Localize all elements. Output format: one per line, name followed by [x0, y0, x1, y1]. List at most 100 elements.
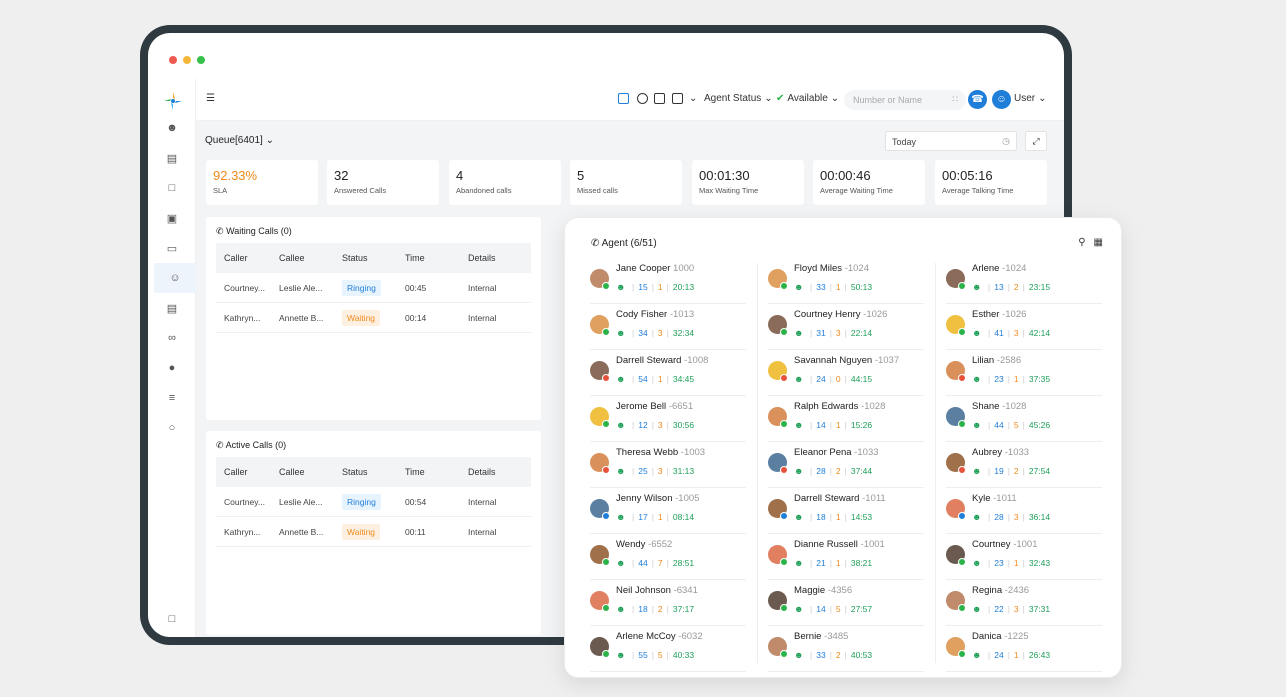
agent-item[interactable]: Arlene McCoy -6032 ☻ | 55 | 5 | 40:33: [590, 626, 746, 672]
user-avatar-icon[interactable]: ☺: [992, 90, 1011, 109]
agent-item[interactable]: Bernie -3485 ☻ | 33 | 2 | 40:53: [768, 626, 924, 672]
col-caller: Caller: [224, 467, 248, 477]
records-icon[interactable]: ▤: [162, 148, 182, 168]
help-icon[interactable]: [637, 93, 648, 104]
agent-item[interactable]: Esther -1026 ☻ | 41 | 3 | 42:14: [946, 304, 1102, 350]
agent-item[interactable]: Jenny Wilson -1005 ☻ | 17 | 1 | 08:14: [590, 488, 746, 534]
divider: |: [651, 282, 654, 292]
agent-panel: ✆ Agent (6/51) ⚲ ▦ Jane Cooper 1000 ☻ | 15 |…: [564, 217, 1122, 678]
status-dot-icon: [958, 282, 966, 290]
agent-item[interactable]: Arlene -1024 ☻ | 13 | 2 | 23:15: [946, 258, 1102, 304]
agent-name: Arlene -1024: [972, 263, 1026, 274]
people-icon: ☻: [794, 558, 804, 568]
table-row[interactable]: Kathryn... Annette B... Waiting 00:11 In…: [216, 517, 531, 547]
fullscreen-icon[interactable]: ⤢: [1025, 131, 1047, 151]
agent-item[interactable]: Cody Fisher -1013 ☻ | 34 | 3 | 32:34: [590, 304, 746, 350]
divider: |: [1022, 282, 1025, 292]
agents-icon[interactable]: ☺: [154, 263, 196, 293]
talk-time: 40:53: [850, 650, 873, 660]
monitor-icon[interactable]: ▣: [162, 208, 182, 228]
availability-dropdown[interactable]: ✔ Available ⌄: [776, 93, 839, 104]
divider: |: [810, 558, 813, 568]
agent-item[interactable]: Regina -2436 ☻ | 22 | 3 | 37:31: [946, 580, 1102, 626]
agent-extension: -6341: [673, 585, 698, 596]
divider: |: [666, 558, 669, 568]
agent-item[interactable]: Ralph Edwards -1028 ☻ | 14 | 1 | 15:26: [768, 396, 924, 442]
stat-label: Average Waiting Time: [820, 186, 893, 195]
people-icon: ☻: [616, 374, 626, 384]
talk-time: 08:14: [672, 512, 695, 522]
support-icon[interactable]: ○: [162, 418, 182, 438]
agent-item[interactable]: Courtney -1001 ☻ | 23 | 1 | 32:43: [946, 534, 1102, 580]
agent-name-text: Eleanor Pena: [794, 447, 852, 458]
divider: |: [829, 466, 832, 476]
agent-extension: -4356: [827, 585, 853, 596]
minimize-dot[interactable]: [183, 56, 191, 64]
messages-icon[interactable]: □: [162, 178, 182, 198]
tb-chevron-icon[interactable]: ⌄: [689, 93, 697, 104]
agent-item[interactable]: Maggie -4356 ☻ | 14 | 5 | 27:57: [768, 580, 924, 626]
maximize-dot[interactable]: [197, 56, 205, 64]
close-dot[interactable]: [169, 56, 177, 64]
menu-collapse-icon[interactable]: ☰: [206, 93, 215, 104]
agent-item[interactable]: Wendy -6552 ☻ | 44 | 7 | 28:51: [590, 534, 746, 580]
status-dot-icon: [958, 604, 966, 612]
agent-item[interactable]: Floyd Miles -1024 ☻ | 33 | 1 | 50:13: [768, 258, 924, 304]
divider: |: [988, 558, 991, 568]
date-filter[interactable]: Today ◷: [885, 131, 1017, 151]
view-toggle-icon[interactable]: ▦: [1094, 237, 1103, 248]
agent-item[interactable]: Lilian -2586 ☻ | 23 | 1 | 37:35: [946, 350, 1102, 396]
agent-item[interactable]: Dianne Russell -1001 ☻ | 21 | 1 | 38:21: [768, 534, 924, 580]
agent-item[interactable]: Shane -1028 ☻ | 44 | 5 | 45:26: [946, 396, 1102, 442]
settings-list-icon[interactable]: ≡: [162, 388, 182, 408]
agent-item[interactable]: Theresa Webb -1003 ☻ | 25 | 3 | 31:13: [590, 442, 746, 488]
display-icon[interactable]: ▭: [162, 238, 182, 258]
contacts-icon[interactable]: ☻: [162, 118, 182, 138]
agent-item[interactable]: Danica -1225 ☻ | 24 | 1 | 26:43: [946, 626, 1102, 672]
chat-icon[interactable]: □: [162, 609, 182, 629]
desktop-icon[interactable]: [672, 93, 683, 104]
answered-count: 14: [816, 604, 826, 614]
agent-item[interactable]: Jerome Bell -6651 ☻ | 12 | 3 | 30:56: [590, 396, 746, 442]
agent-name: Savannah Nguyen -1037: [794, 355, 899, 366]
search-icon[interactable]: ⚲: [1078, 237, 1085, 248]
agent-item[interactable]: Kyle -1011 ☻ | 28 | 3 | 36:14: [946, 488, 1102, 534]
table-row[interactable]: Kathryn... Annette B... Waiting 00:14 In…: [216, 303, 531, 333]
microphone-icon[interactable]: ●: [162, 358, 182, 378]
people-icon: ☻: [794, 328, 804, 338]
agent-item[interactable]: Darrell Steward -1008 ☻ | 54 | 1 | 34:45: [590, 350, 746, 396]
agent-item[interactable]: Neil Johnson -6341 ☻ | 18 | 2 | 37:17: [590, 580, 746, 626]
agent-item[interactable]: Savannah Nguyen -1037 ☻ | 24 | 0 | 44:15: [768, 350, 924, 396]
agent-item[interactable]: Eleanor Pena -1033 ☻ | 28 | 2 | 37:44: [768, 442, 924, 488]
stat-value: 00:01:30: [699, 168, 750, 183]
agent-item[interactable]: Courtney Henry -1026 ☻ | 31 | 3 | 22:14: [768, 304, 924, 350]
reports-icon[interactable]: ▤: [162, 298, 182, 318]
user-dropdown[interactable]: User ⌄: [1014, 93, 1047, 104]
cell-caller: Courtney...: [224, 282, 265, 293]
search-input[interactable]: Number or Name ∷: [844, 90, 966, 110]
queue-selector[interactable]: Queue[6401] ⌄: [205, 135, 274, 146]
divider: |: [651, 466, 654, 476]
stat-value: 00:00:46: [820, 168, 871, 183]
table-row[interactable]: Courtney... Leslie Ale... Ringing 00:45 …: [216, 273, 531, 303]
agent-item[interactable]: Darrell Steward -1011 ☻ | 18 | 1 | 14:53: [768, 488, 924, 534]
people-icon: ☻: [972, 328, 982, 338]
agent-name: Dianne Russell -1001: [794, 539, 885, 550]
agent-item[interactable]: Jane Cooper 1000 ☻ | 15 | 1 | 20:13: [590, 258, 746, 304]
linkedin-icon[interactable]: [654, 93, 665, 104]
clock-icon: ◷: [1002, 136, 1010, 146]
cell-caller: Kathryn...: [224, 526, 261, 537]
voicemail-icon[interactable]: ∞: [162, 328, 182, 348]
missed-count: 0: [835, 374, 841, 384]
table-row[interactable]: Courtney... Leslie Ale... Ringing 00:54 …: [216, 487, 531, 517]
dialpad-icon[interactable]: ∷: [952, 94, 958, 105]
divider: |: [1022, 558, 1025, 568]
agent-status-dropdown[interactable]: Agent Status ⌄: [704, 93, 773, 104]
talk-time: 14:53: [850, 512, 873, 522]
qr-code-icon[interactable]: [618, 93, 629, 104]
agent-item[interactable]: Aubrey -1033 ☻ | 19 | 2 | 27:54: [946, 442, 1102, 488]
phone-button[interactable]: ☎: [968, 90, 987, 109]
people-icon: ☻: [616, 466, 626, 476]
agent-name-text: Theresa Webb: [616, 447, 679, 458]
agent-title-text: Agent (6/51): [601, 238, 657, 249]
